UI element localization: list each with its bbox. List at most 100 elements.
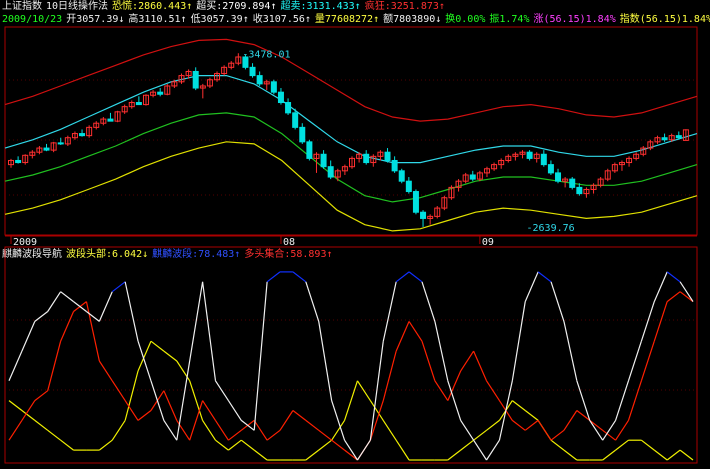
indicator-white-line [473,439,488,461]
indicator-yellow-line [215,439,229,451]
indicator-yellow-line [524,410,539,421]
indicator-white-line [98,291,113,322]
candle-body [405,180,412,193]
candle-body [569,178,576,188]
indicator-red-line [460,350,475,372]
candle-body [327,166,334,178]
candle-body [43,147,50,151]
indicator-white-line [589,420,604,441]
indicator-yellow-line [395,439,410,461]
indicator-white-line [550,281,565,322]
indicator-red-line [395,321,410,352]
indicator-white-line [292,271,307,283]
indicator-red-line [344,449,358,461]
candle-body [675,135,682,139]
indicator-red-line [331,439,345,451]
indicator-red-line [615,420,629,441]
indicator-yellow-line [150,340,165,352]
candle-body [292,112,299,128]
candle-body [249,66,256,77]
indicator-frame [4,246,698,464]
candle-body [576,186,583,195]
indicator-red-line [279,410,294,431]
indicator-white-line [266,271,281,283]
indicator-yellow-line [253,449,268,461]
indicator-white-line [524,271,539,302]
indicator-white-line [679,281,694,302]
indicator-white-line [227,400,242,421]
indicator-red-line [21,400,36,421]
indicator-red-line [563,410,578,431]
indicator-red-line [202,400,216,421]
candle-body [192,70,199,89]
indicator-red-line [266,429,281,441]
candle-body [135,102,142,106]
indicator-red-line [253,420,268,441]
indicator-yellow-line [382,420,397,441]
indicator-white-line [421,281,436,322]
indicator-white-line [201,281,217,381]
indicator-red-line [627,380,642,421]
candle-body [79,133,86,137]
indicator-red-line [640,341,655,381]
indicator-white-line [344,439,358,461]
indicator-white-line [576,380,591,421]
indicator-yellow-line [615,439,629,451]
indicator-white-line [8,350,23,382]
indicator-yellow-line [21,410,36,421]
indicator-white-line [563,321,578,381]
indicator-red-line [653,301,668,342]
indicator-white-line [602,420,617,441]
indicator-white-line [305,281,320,322]
candle-body [277,91,284,104]
indicator-red-line [602,429,616,441]
candle-body [469,174,476,180]
indicator-red-line [473,350,488,382]
indicator-white-line [176,360,191,441]
indicator-white-line [86,311,100,322]
indicator-white-line [666,271,681,283]
indicator-red-line [189,400,204,441]
candle-body [285,102,292,114]
indicator-white-line [111,281,126,293]
indicator-white-line [395,271,410,283]
indicator-red-line [434,380,449,401]
indicator-red-line [382,350,397,401]
candle-body [107,118,114,122]
indicator-white-line [382,281,397,342]
indicator-yellow-line [318,439,333,451]
indicator-red-line [408,321,423,342]
indicator-red-line [47,341,62,391]
indicator-red-line [589,419,604,431]
indicator-red-line [85,301,100,362]
indicator-yellow-line [163,350,178,362]
indicator-white-line [369,341,384,441]
indicator-yellow-line [331,420,346,441]
indicator-white-line [640,301,655,342]
indicator-yellow-line [666,449,681,461]
indicator-yellow-line [641,439,655,451]
candle-body [270,81,277,93]
indicator-red-line [137,410,152,421]
indicator-white-line [253,281,268,431]
indicator-white-line [163,420,178,441]
indicator-yellow-line [602,449,616,461]
chart-canvas[interactable]: -3478.01-2639.762009080910 [0,0,710,469]
indicator-yellow-line [8,400,23,411]
candle-body [363,153,370,164]
indicator-yellow-line [679,449,694,461]
indicator-white-line [537,271,552,283]
indicator-white-line [408,271,423,283]
indicator-red-line [163,390,178,421]
indicator-yellow-line [460,439,474,451]
indicator-red-line [228,429,242,441]
indicator-yellow-line [47,429,61,441]
indicator-yellow-line [228,439,242,451]
indicator-red-line [369,400,384,441]
price-annotation-0: -3478.01 [242,49,290,60]
candle-body [420,211,427,219]
candle-body [384,151,391,161]
indicator-red-line [550,429,565,441]
indicator-white-line [60,291,74,303]
indicator-yellow-line [511,400,526,411]
